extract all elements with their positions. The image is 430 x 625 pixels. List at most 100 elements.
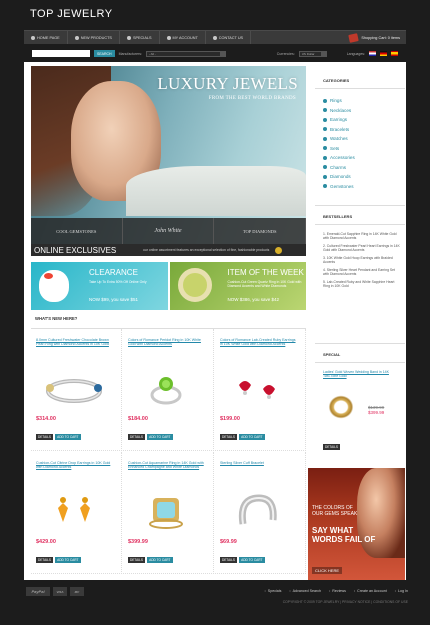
bestseller-item[interactable]: 2. Cultured Freshwater Pearl Heart Earri… <box>323 244 401 252</box>
cuff-bracelet-image[interactable] <box>225 494 291 530</box>
bestseller-item[interactable]: 5. Lab-Created Ruby and White Sapphire H… <box>323 280 401 288</box>
flag-de-icon[interactable] <box>380 51 387 56</box>
bracelet-image[interactable] <box>41 371 107 407</box>
bullet-arrow-icon <box>323 146 327 151</box>
category-item[interactable]: Charms <box>323 163 355 173</box>
promo-item-of-week[interactable]: ITEM OF THE WEEK Cushion-Cut Green Quart… <box>169 262 306 310</box>
details-button[interactable]: DETAILS <box>220 434 238 440</box>
footer-link-reviews[interactable]: Reviews <box>329 589 346 593</box>
details-button[interactable]: DETAILS <box>36 557 54 563</box>
exclusives-title: ONLINE EXCLUSIVES <box>34 245 117 255</box>
category-item[interactable]: Watches <box>323 134 355 144</box>
nav-contact-us[interactable]: CONTACT US <box>206 31 252 44</box>
details-button[interactable]: DETAILS <box>36 434 54 440</box>
add-to-cart-button[interactable]: ADD TO CART <box>147 557 173 563</box>
currency-select[interactable]: US Dollar <box>298 50 327 57</box>
product-price: $314.00 <box>36 416 56 422</box>
footer-link-advanced-search[interactable]: Advanced Search <box>289 589 321 593</box>
shopping-cart[interactable]: Shopping Cart: 0 items <box>348 32 406 43</box>
details-button[interactable]: DETAILS <box>323 444 341 450</box>
category-item[interactable]: Earrings <box>323 115 355 125</box>
hero-tabs: COOL GEMSTONES John White TOP DIAMONDS <box>31 218 306 244</box>
promo-ad-banner[interactable]: THE COLORS OF OUR GEMS SPEAK SAY WHAT WO… <box>308 468 405 580</box>
bullet-arrow-icon <box>323 165 327 170</box>
hero-banner[interactable]: LUXURY JEWELS FROM THE BEST WORLD BRANDS… <box>31 66 306 256</box>
tab-cool-gemstones[interactable]: COOL GEMSTONES <box>31 218 123 244</box>
product-title[interactable]: Colors of Romance Peridot Ring in 10K Wh… <box>128 338 206 347</box>
hero-title: LUXURY JEWELS <box>157 74 298 93</box>
product-title[interactable]: Sterling Silver Cuff Bracelet <box>220 461 298 465</box>
nav-home[interactable]: HOME PAGE <box>24 31 68 44</box>
ruby-earrings-image[interactable] <box>225 371 291 407</box>
bullet-arrow-icon <box>323 184 327 189</box>
add-to-cart-button[interactable]: ADD TO CART <box>239 557 265 563</box>
paypal-logo: PayPal <box>26 587 50 596</box>
nav-specials[interactable]: SPECIALS <box>120 31 160 44</box>
arrow-right-icon[interactable] <box>275 246 282 254</box>
divider <box>315 88 405 89</box>
product-price: $184.00 <box>128 416 148 422</box>
categories-heading: CATEGORIES <box>323 78 350 83</box>
category-item[interactable]: Accessories <box>323 153 355 163</box>
home-icon <box>31 35 35 40</box>
details-button[interactable]: DETAILS <box>220 557 238 563</box>
category-item[interactable]: Bracelets <box>323 125 355 135</box>
aquamarine-ring-image[interactable] <box>133 494 199 530</box>
bestsellers-heading: BESTSELLERS <box>323 214 353 219</box>
tab-top-diamonds[interactable]: TOP DIAMONDS <box>214 218 306 244</box>
product-grid: 8.0mm Cultured Freshwater Chocolate Brow… <box>31 328 306 574</box>
flag-en-icon[interactable] <box>369 51 376 56</box>
category-item[interactable]: Diamonds <box>323 172 355 182</box>
hero-subtitle: FROM THE BEST WORLD BRANDS <box>208 96 296 101</box>
divider <box>315 205 405 206</box>
nav-my-account[interactable]: MY ACCOUNT <box>160 31 206 44</box>
site-logo[interactable]: TOP JEWELRY <box>30 8 113 20</box>
flag-es-icon[interactable] <box>391 51 398 56</box>
bestseller-item[interactable]: 4. Sterling Silver Heart Pendant and Ear… <box>323 268 401 276</box>
search-input[interactable] <box>32 50 90 57</box>
citrine-earrings-image[interactable] <box>41 494 107 530</box>
promo-clearance[interactable]: CLEARANCE Take Up To Extra 50% Off Onlin… <box>31 262 168 310</box>
bullet-arrow-icon <box>323 127 327 132</box>
category-item[interactable]: Necklaces <box>323 106 355 116</box>
footer-link-create-account[interactable]: Create an Account <box>354 589 387 593</box>
footer-link-login[interactable]: Log In <box>395 589 408 593</box>
details-button[interactable]: DETAILS <box>128 434 146 440</box>
bullet-arrow-icon <box>323 174 327 179</box>
nav-new-products[interactable]: NEW PRODUCTS <box>68 31 120 44</box>
bullet-arrow-icon <box>323 98 327 103</box>
product-title[interactable]: Cushion-Cut Citrine Drop Earrings in 10K… <box>36 461 114 470</box>
details-button[interactable]: DETAILS <box>128 557 146 563</box>
languages-label: Languages: <box>346 51 365 56</box>
search-button[interactable]: SEARCH <box>94 50 115 57</box>
product-title[interactable]: Cushion-Cut Aquamarine Ring in 14K Gold … <box>128 461 206 470</box>
peridot-ring-image[interactable] <box>133 371 199 407</box>
category-item[interactable]: Sets <box>323 144 355 154</box>
footer-link-specials[interactable]: Specials <box>265 589 282 593</box>
category-item[interactable]: Gemstones <box>323 182 355 192</box>
add-to-cart-button[interactable]: ADD TO CART <box>147 434 173 440</box>
category-item[interactable]: Rings <box>323 96 355 106</box>
bullet-arrow-icon <box>323 136 327 141</box>
mastercard-logo: MC <box>70 587 84 596</box>
divider <box>315 343 405 344</box>
visa-logo: VISA <box>53 587 67 596</box>
manufacturers-select[interactable]: - All - <box>145 50 226 57</box>
kitty-charm-image <box>39 270 69 302</box>
search-bar: SEARCH Manufacturers: - All - Currencies… <box>24 47 406 60</box>
bestseller-item[interactable]: 3. 10K White Gold Hoop Earrings with Bra… <box>323 256 401 264</box>
ad-cta[interactable]: CLICK HERE <box>312 567 343 574</box>
bestseller-item[interactable]: 1. Emerald-Cut Sapphire Ring in 14K Whit… <box>323 232 401 240</box>
special-item-title[interactable]: Ladies' Gold Woven Wedding Band in 14K T… <box>323 370 393 378</box>
tab-john-white[interactable]: John White <box>123 218 215 244</box>
product-title[interactable]: Colors of Romance Lab-Created Ruby Earri… <box>220 338 298 347</box>
product-card: Colors of Romance Peridot Ring in 10K Wh… <box>123 329 214 451</box>
add-to-cart-button[interactable]: ADD TO CART <box>239 434 265 440</box>
product-card: Sterling Silver Cuff Bracelet $69.99 DET… <box>215 452 306 574</box>
add-to-cart-button[interactable]: ADD TO CART <box>55 557 81 563</box>
currencies-label: Currencies: <box>276 51 295 56</box>
gold-band-image[interactable] <box>326 393 356 421</box>
product-title[interactable]: 8.0mm Cultured Freshwater Chocolate Brow… <box>36 338 114 347</box>
cart-icon <box>348 32 360 43</box>
add-to-cart-button[interactable]: ADD TO CART <box>55 434 81 440</box>
